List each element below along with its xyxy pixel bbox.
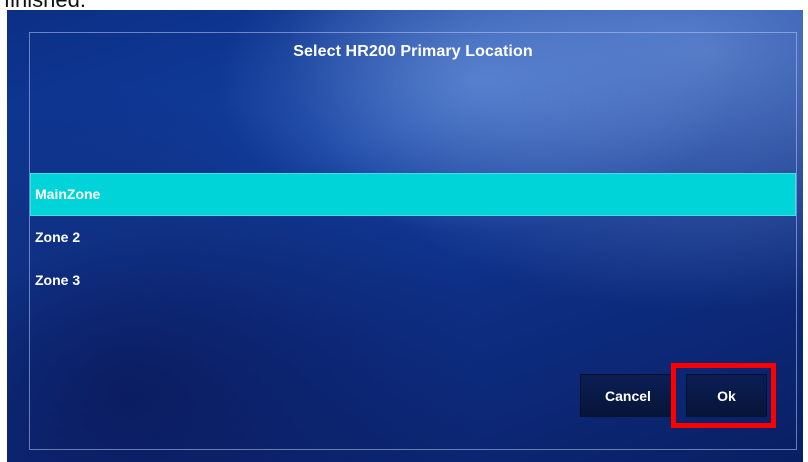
list-item-zone-3[interactable]: Zone 3 — [30, 259, 796, 302]
ok-button[interactable]: Ok — [686, 374, 767, 417]
dialog-title: Select HR200 Primary Location — [293, 43, 533, 60]
list-item-zone-2[interactable]: Zone 2 — [30, 216, 796, 259]
list-item-mainzone[interactable]: MainZone — [30, 173, 796, 216]
location-list: MainZone Zone 2 Zone 3 — [30, 173, 796, 302]
screen: Select HR200 Primary Location MainZone Z… — [7, 10, 803, 462]
cancel-button[interactable]: Cancel — [580, 374, 676, 417]
